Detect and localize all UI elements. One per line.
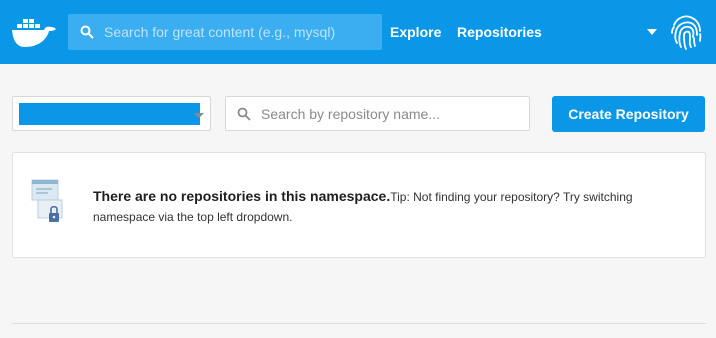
global-search-input[interactable]: Search for great content (e.g., mysql) xyxy=(68,14,382,50)
page-divider xyxy=(12,323,706,324)
empty-state-message: There are no repositories in this namesp… xyxy=(93,186,693,227)
locked-document-icon xyxy=(31,179,63,222)
repository-search-input[interactable]: Search by repository name... xyxy=(225,96,530,131)
nav-link-repositories[interactable]: Repositories xyxy=(457,24,542,40)
create-repository-button[interactable]: Create Repository xyxy=(552,96,705,132)
top-navbar: Search for great content (e.g., mysql) E… xyxy=(0,0,716,64)
namespace-select[interactable] xyxy=(12,96,211,131)
global-search-placeholder: Search for great content (e.g., mysql) xyxy=(104,24,336,40)
empty-state-card: There are no repositories in this namesp… xyxy=(12,152,706,258)
search-icon xyxy=(80,25,94,39)
docker-whale-icon[interactable] xyxy=(11,14,57,50)
fingerprint-icon[interactable] xyxy=(668,13,704,51)
repository-search-placeholder: Search by repository name... xyxy=(261,106,440,122)
search-icon xyxy=(237,107,251,121)
chevron-down-icon xyxy=(194,113,204,118)
nav-link-explore[interactable]: Explore xyxy=(390,24,441,40)
namespace-select-value xyxy=(19,103,200,125)
empty-state-heading: There are no repositories in this namesp… xyxy=(93,188,391,204)
account-menu-caret-icon[interactable] xyxy=(647,29,657,35)
